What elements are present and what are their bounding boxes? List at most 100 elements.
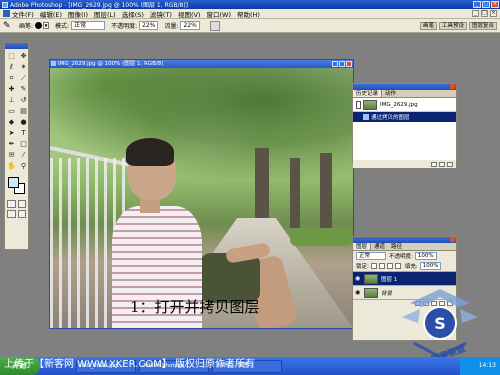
eraser-icon[interactable]: ▭ (6, 106, 17, 116)
type-icon[interactable]: T (18, 128, 29, 138)
stamp-icon[interactable]: ⊥ (6, 95, 17, 105)
layer-thumbnail (364, 273, 378, 284)
marquee-icon[interactable]: ⬚ (6, 51, 17, 61)
tab-tool-presets[interactable]: 工具预设 (438, 22, 467, 30)
slice-icon[interactable]: ⟋ (18, 73, 29, 83)
doc-restore-button[interactable]: □ (481, 10, 488, 17)
lock-pixels-icon[interactable] (378, 263, 385, 269)
crop-icon[interactable]: ⌗ (6, 73, 17, 83)
eyedropper-icon[interactable]: ⁄ (18, 150, 29, 160)
snapshot-source-icon[interactable] (356, 100, 361, 109)
screen-modes (5, 209, 28, 219)
minimize-button[interactable]: _ (473, 1, 481, 8)
tab-layer-comps[interactable]: 图层复合 (468, 22, 497, 30)
maximize-button[interactable]: □ (482, 1, 490, 8)
healing-icon[interactable]: ✚ (6, 84, 17, 94)
menu-layer[interactable]: 图层(L) (94, 9, 116, 19)
window-controls: _ □ × (473, 1, 499, 8)
doc-win-minimize[interactable] (332, 61, 338, 67)
layer-name: 图层 1 (381, 276, 398, 283)
panel-close-icon[interactable] (450, 84, 455, 89)
lock-label: 锁定: (356, 264, 369, 270)
mode-select[interactable]: 正常 (71, 21, 106, 30)
menu-window[interactable]: 窗口(W) (206, 9, 231, 19)
opacity-field[interactable]: 22% (139, 21, 159, 30)
trash-icon[interactable] (447, 161, 453, 167)
doc-win-close[interactable] (346, 61, 352, 67)
menu-select[interactable]: 选择(S) (122, 9, 144, 19)
notes-icon[interactable]: ✉ (6, 150, 17, 160)
gradient-icon[interactable]: ▤ (18, 106, 29, 116)
eye-icon[interactable]: ◉ (355, 289, 362, 296)
eye-icon[interactable]: ◉ (355, 275, 362, 282)
shape-icon[interactable]: □ (18, 139, 29, 149)
blend-mode-select[interactable]: 正常 (356, 252, 386, 260)
layers-panel-header[interactable] (353, 237, 456, 243)
image-canvas[interactable]: 1：打开并拷贝图层 (50, 68, 353, 328)
menu-view[interactable]: 视图(V) (178, 9, 201, 19)
toolbox: ⬚ ✥ ℓ ✶ ⌗ ⟋ ✚ ✎ ⊥ ↺ ▭ ▤ ◆ ● ➤ T ✒ □ ✉ ⁄ … (4, 42, 29, 250)
quick-mask-modes (5, 199, 28, 209)
hand-icon[interactable]: ✋ (6, 161, 17, 171)
fill-field[interactable]: 100% (419, 262, 442, 270)
foreground-color[interactable] (8, 177, 19, 188)
lasso-icon[interactable]: ℓ (6, 62, 17, 72)
step-caption: 1：打开并拷贝图层 (130, 298, 260, 316)
menu-file[interactable]: 文件(F) (12, 9, 34, 19)
lock-transparency-icon[interactable] (370, 263, 377, 269)
blur-icon[interactable]: ◆ (6, 117, 17, 127)
history-snapshot[interactable]: IMG_2629.jpg (353, 98, 456, 112)
tab-channels[interactable]: 通道 (371, 243, 388, 250)
new-document-icon[interactable] (431, 161, 437, 167)
airbrush-toggle-icon[interactable] (209, 20, 220, 31)
menu-image[interactable]: 图像(I) (68, 9, 88, 19)
menu-filter[interactable]: 滤镜(T) (150, 9, 172, 19)
history-panel: 历史记录 动作 IMG_2629.jpg 通过拷贝的图层 (352, 83, 457, 168)
tree-trunk (290, 158, 300, 228)
lock-position-icon[interactable] (386, 263, 393, 269)
brush-preset-swatch[interactable] (35, 22, 43, 29)
menu-help[interactable]: 帮助(H) (237, 9, 260, 19)
flow-field[interactable]: 22% (180, 21, 200, 30)
tab-history[interactable]: 历史记录 (353, 90, 383, 97)
magic-wand-icon[interactable]: ✶ (18, 62, 29, 72)
menu-edit[interactable]: 编辑(E) (40, 9, 62, 19)
doc-close-button[interactable]: × (490, 10, 497, 17)
tab-actions[interactable]: 动作 (382, 90, 399, 97)
doc-minimize-button[interactable]: _ (472, 10, 479, 17)
history-brush-icon[interactable]: ↺ (18, 95, 29, 105)
doc-win-maximize[interactable] (339, 61, 345, 67)
history-panel-header[interactable] (353, 84, 456, 90)
standard-mode-button[interactable] (7, 200, 16, 208)
zoom-icon[interactable]: ⚲ (18, 161, 29, 171)
close-button[interactable]: × (491, 1, 499, 8)
history-step-name: 通过拷贝的图层 (371, 115, 410, 121)
screen-mode-full-menu[interactable] (17, 210, 26, 218)
layer-opacity-field[interactable]: 100% (414, 252, 437, 260)
document-titlebar[interactable]: IMG_2629.jpg @ 100% (图层 1, RGB/8) (50, 60, 353, 68)
panel-close-icon[interactable] (450, 237, 455, 242)
tab-paths[interactable]: 路径 (388, 243, 405, 250)
flow-label: 流量: (164, 23, 179, 30)
history-step[interactable]: 通过拷贝的图层 (353, 112, 456, 122)
dodge-icon[interactable]: ● (18, 117, 29, 127)
tab-brushes[interactable]: 画笔 (419, 22, 437, 30)
brush-icon[interactable]: ✎ (18, 84, 29, 94)
pen-icon[interactable]: ✒ (6, 139, 17, 149)
lock-all-icon[interactable] (394, 263, 401, 269)
move-icon[interactable]: ✥ (18, 51, 29, 61)
brush-tool-icon[interactable]: ✎ (3, 21, 13, 31)
tree-trunk (320, 153, 332, 233)
screen-mode-standard[interactable] (7, 210, 16, 218)
history-list-empty (353, 122, 456, 160)
quick-mask-button[interactable] (17, 200, 26, 208)
path-select-icon[interactable]: ➤ (6, 128, 17, 138)
brush-dropdown[interactable]: ▼ (43, 22, 50, 29)
upload-banner: 上传于【新客网 WWW.XKER.COM】 版权归原作者所有 (4, 359, 256, 370)
layer-thumbnail (364, 287, 378, 298)
new-snapshot-icon[interactable] (439, 161, 445, 167)
history-footer (353, 160, 456, 168)
document-window: IMG_2629.jpg @ 100% (图层 1, RGB/8) 1：打开并拷… (49, 59, 354, 329)
photoshop-icon (2, 1, 8, 8)
tab-layers[interactable]: 图层 (353, 243, 372, 250)
